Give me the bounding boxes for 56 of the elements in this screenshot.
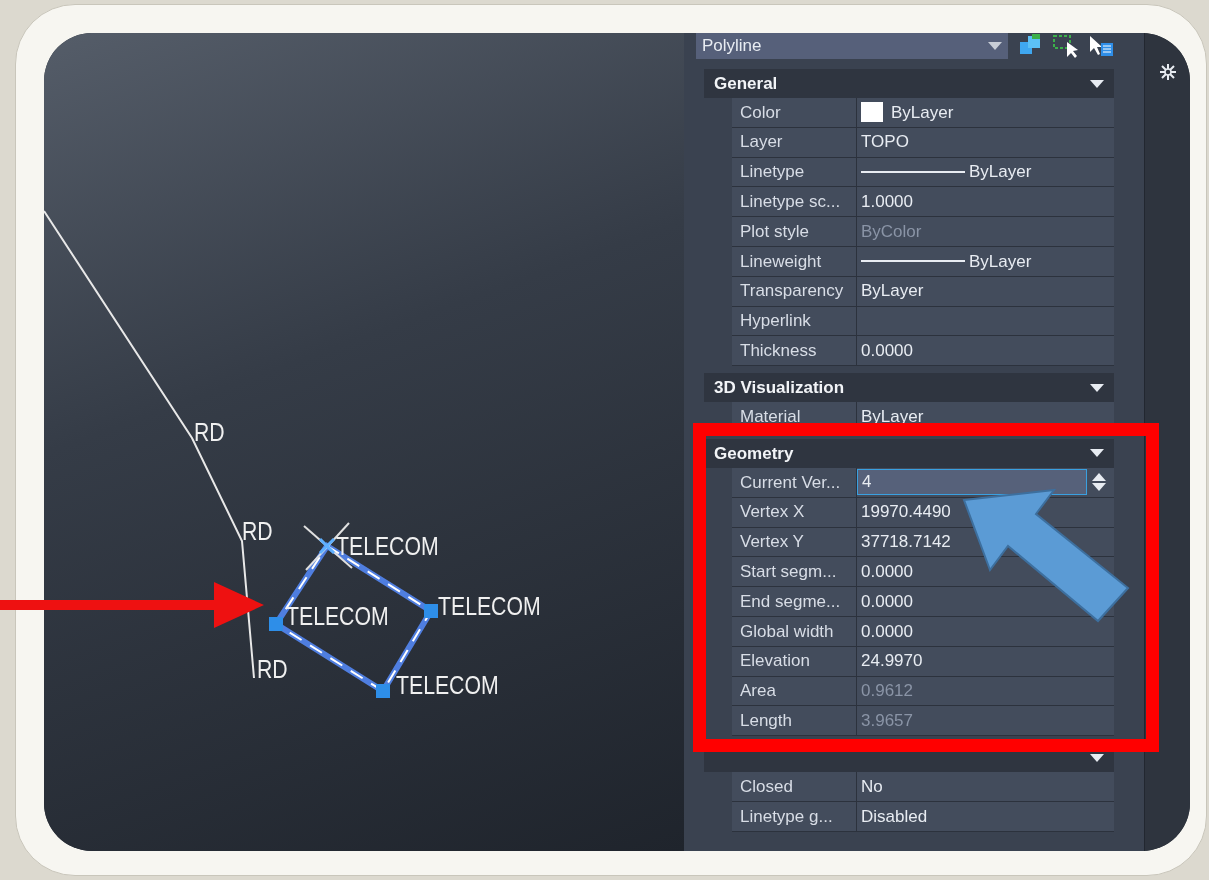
property-label: Lineweight [740,250,822,273]
property-value: Disabled [860,805,929,828]
section-title: General [714,72,778,95]
property-value: ByLayer [860,405,925,428]
section-title: Geometry [714,442,794,465]
property-value: 0.0000 [860,620,914,643]
property-value: 1.0000 [860,191,914,214]
property-label: Global width [740,620,834,643]
property-label: Layer [740,131,783,154]
property-value: 0.0000 [860,590,914,613]
property-label: Transparency [740,280,844,303]
canvas-label: TELECOM [286,602,389,631]
property-value: ByLayer [969,250,1032,273]
property-label: Linetype g... [740,805,833,828]
property-label: Thickness [740,340,817,362]
property-label: Material [740,405,801,428]
property-value: No [860,775,884,798]
dropdown-value: Polyline [702,35,762,58]
property-value: 19970.4490 [860,501,952,524]
property-value: ByLayer [969,161,1032,184]
canvas-label: TELECOM [438,592,541,621]
canvas-label: RD [194,418,225,447]
property-value: 0.0000 [860,340,914,362]
section-header[interactable]: 3D Visualization [704,373,1114,403]
property-label: Hyperlink [740,310,811,333]
property-label: Current Ver... [740,471,841,494]
section-header[interactable]: Geometry [704,438,1114,468]
property-value: 24.9970 [860,650,924,673]
property-label: Plot style [740,220,809,243]
property-label: Linetype sc... [740,191,841,214]
property-label: Closed [740,775,793,798]
property-value: 3.9657 [860,710,914,732]
property-value: 37718.7142 [860,531,952,554]
property-value: ByLayer [860,280,925,303]
property-label: Elevation [740,650,810,673]
property-value: 0.0000 [860,561,914,583]
property-label: Vertex X [740,501,805,524]
property-label: Start segm... [740,561,837,583]
object-type-dropdown[interactable]: Polyline [696,33,1008,59]
section-header[interactable]: General [704,69,1114,98]
property-value: TOPO [860,131,910,154]
canvas-label: RD [242,517,273,546]
vertex-field[interactable]: 4 [857,469,1087,496]
property-label: Area [740,680,776,703]
property-value: ByLayer [891,101,954,124]
property-value: ByColor [860,220,923,243]
section-title: 3D Visualization [714,376,845,399]
property-label: End segme... [740,590,841,613]
canvas-label: RD [257,655,288,684]
canvas-label: TELECOM [336,532,439,561]
property-value: 0.9612 [860,680,914,703]
property-label: Linetype [740,161,805,184]
canvas-label: TELECOM [396,671,499,700]
property-label: Length [740,710,792,732]
property-label: Color [740,101,781,124]
property-label: Vertex Y [740,531,804,554]
